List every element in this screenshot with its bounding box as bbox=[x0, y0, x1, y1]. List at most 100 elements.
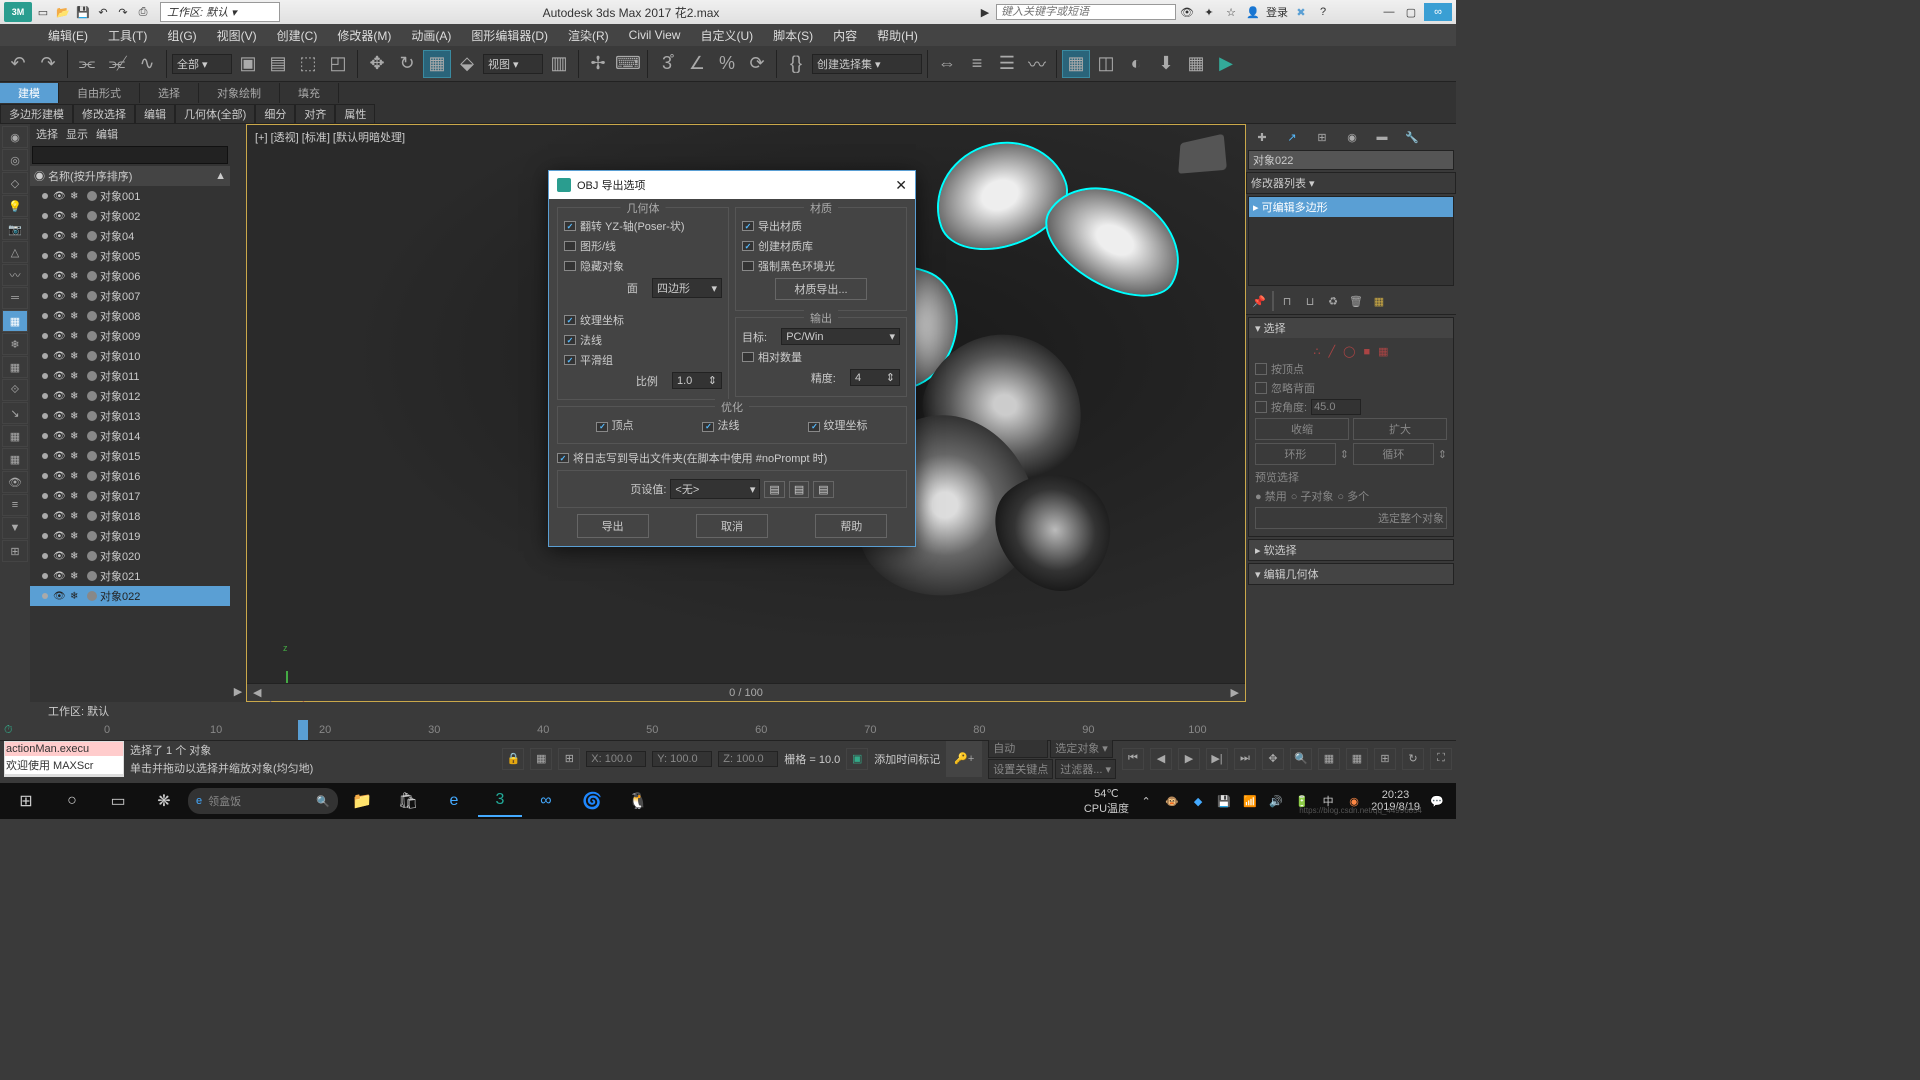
explorer-icon[interactable]: 📁 bbox=[340, 785, 384, 817]
menu-modifier[interactable]: 修改器(M) bbox=[329, 25, 399, 46]
selection-filter[interactable]: 全部 ▾ bbox=[172, 54, 232, 74]
radio-subobj[interactable]: ○ 子对象 bbox=[1291, 488, 1334, 504]
menu-help[interactable]: 帮助(H) bbox=[869, 25, 926, 46]
chk-opt-normal[interactable] bbox=[702, 422, 714, 432]
y-coord[interactable]: Y: 100.0 bbox=[652, 751, 712, 767]
nav7-icon[interactable]: ⛶ bbox=[1430, 748, 1452, 770]
edge-icon[interactable]: e bbox=[432, 785, 476, 817]
goto-start-icon[interactable]: ⏮ bbox=[1122, 748, 1144, 770]
spinner-snap-icon[interactable]: ⟳ bbox=[743, 50, 771, 78]
undo-icon[interactable]: ↶ bbox=[94, 3, 112, 21]
timeconfig-icon[interactable]: ⏱ bbox=[4, 724, 13, 737]
target-select[interactable]: PC/Win▾ bbox=[781, 328, 900, 345]
menu-civil[interactable]: Civil View bbox=[621, 26, 689, 44]
select-name-icon[interactable]: ▤ bbox=[264, 50, 292, 78]
display-cameras-icon[interactable]: 📷 bbox=[2, 218, 28, 240]
scene-tab-display[interactable]: 显示 bbox=[66, 126, 88, 142]
chk-texcoord[interactable] bbox=[564, 315, 576, 325]
bind-icon[interactable]: ∿ bbox=[133, 50, 161, 78]
link1-icon[interactable]: 👁 bbox=[1178, 3, 1196, 21]
store-icon[interactable]: 🛍 bbox=[386, 785, 430, 817]
mirror-icon[interactable]: ⇔ bbox=[933, 50, 961, 78]
nav5-icon[interactable]: ⊞ bbox=[1374, 748, 1396, 770]
scene-item[interactable]: 👁❄对象010 bbox=[30, 346, 230, 366]
menu-group[interactable]: 组(G) bbox=[159, 25, 204, 46]
scene-search[interactable] bbox=[32, 146, 228, 164]
preset-btn1[interactable]: ▤ bbox=[764, 481, 784, 498]
stack2-icon[interactable]: ⊔ bbox=[1300, 291, 1320, 311]
display-lights-icon[interactable]: 💡 bbox=[2, 195, 28, 217]
pin-icon[interactable]: 📌 bbox=[1249, 291, 1269, 311]
play-icon[interactable]: ▶ bbox=[1178, 748, 1200, 770]
maximize-icon[interactable]: ▢ bbox=[1402, 3, 1420, 21]
shrink-btn[interactable]: 收缩 bbox=[1255, 418, 1349, 440]
timetag-label[interactable]: 添加时间标记 bbox=[874, 751, 940, 767]
grow-btn[interactable]: 扩大 bbox=[1353, 418, 1447, 440]
tab-freeform[interactable]: 自由形式 bbox=[59, 83, 140, 103]
login-link[interactable]: 登录 bbox=[1266, 4, 1288, 20]
rotate-icon[interactable]: ↻ bbox=[393, 50, 421, 78]
tray-vol-icon[interactable]: 🔊 bbox=[1267, 792, 1285, 810]
app-logo[interactable]: 3M bbox=[4, 2, 32, 22]
border-subobj-icon[interactable]: ◯ bbox=[1343, 345, 1355, 358]
link2-icon[interactable]: ✦ bbox=[1200, 3, 1218, 21]
modifier-list-label[interactable]: 修改器列表 ▾ bbox=[1246, 172, 1456, 194]
nav2-icon[interactable]: 🔍 bbox=[1290, 748, 1312, 770]
scene-item[interactable]: 👁❄对象016 bbox=[30, 466, 230, 486]
scene-item[interactable]: 👁❄对象018 bbox=[30, 506, 230, 526]
abs-icon[interactable]: ⊞ bbox=[558, 748, 580, 770]
filter7-icon[interactable]: ≡ bbox=[2, 494, 28, 516]
scene-item[interactable]: 👁❄对象006 bbox=[30, 266, 230, 286]
display-container-icon[interactable]: ▦ bbox=[2, 310, 28, 332]
scene-item[interactable]: 👁❄对象001 bbox=[30, 186, 230, 206]
scene-item[interactable]: 👁❄对象04 bbox=[30, 226, 230, 246]
save-icon[interactable]: 💾 bbox=[74, 3, 92, 21]
time-slider[interactable] bbox=[298, 720, 308, 740]
panel-props[interactable]: 属性 bbox=[335, 104, 375, 124]
modify-tab-icon[interactable]: ↗ bbox=[1278, 126, 1306, 148]
scene-header[interactable]: ◉ 名称(按升序排序)▲ bbox=[30, 166, 230, 186]
display-all-icon[interactable]: ◉ bbox=[2, 126, 28, 148]
link-icon[interactable]: ⫘ bbox=[73, 50, 101, 78]
tab-selection[interactable]: 选择 bbox=[140, 83, 199, 103]
panel-subdiv[interactable]: 细分 bbox=[255, 104, 295, 124]
display-bone-icon[interactable]: ═ bbox=[2, 287, 28, 309]
scene-item[interactable]: 👁❄对象021 bbox=[30, 566, 230, 586]
nav3-icon[interactable]: ▦ bbox=[1318, 748, 1340, 770]
hierarchy-tab-icon[interactable]: ⊞ bbox=[1308, 126, 1336, 148]
select-rect-icon[interactable]: ⬚ bbox=[294, 50, 322, 78]
tray-up-icon[interactable]: ⌃ bbox=[1137, 792, 1155, 810]
timeline[interactable]: ⏱ 0 10 20 30 40 50 60 70 80 90 100 bbox=[0, 720, 1456, 740]
snap3-icon[interactable]: 3̊ bbox=[653, 50, 681, 78]
radio-multi[interactable]: ○ 多个 bbox=[1337, 488, 1369, 504]
poly-subobj-icon[interactable]: ■ bbox=[1363, 346, 1370, 358]
tab-paint[interactable]: 对象绘制 bbox=[199, 83, 280, 103]
ribbon-icon[interactable]: ▦ bbox=[1062, 50, 1090, 78]
precision-spinner[interactable]: 4⇕ bbox=[850, 369, 900, 386]
redo-btn[interactable]: ↷ bbox=[34, 50, 62, 78]
tray-wifi-icon[interactable]: 📶 bbox=[1241, 792, 1259, 810]
filter3-icon[interactable]: ↘ bbox=[2, 402, 28, 424]
keyfilter-dd[interactable]: 过滤器... ▾ bbox=[1055, 759, 1116, 779]
render-icon[interactable]: ▶ bbox=[1212, 50, 1240, 78]
rollout-select[interactable]: ▾ 选择 bbox=[1249, 318, 1453, 338]
autokey-btn[interactable]: 自动 bbox=[988, 738, 1048, 758]
modifier-item[interactable]: ▸ 可编辑多边形 bbox=[1249, 197, 1453, 217]
select-whole-btn[interactable]: 选定整个对象 bbox=[1255, 507, 1447, 529]
keyboard-icon[interactable]: ⌨ bbox=[614, 50, 642, 78]
app3-icon[interactable]: 🐧 bbox=[616, 785, 660, 817]
menu-tools[interactable]: 工具(T) bbox=[100, 25, 155, 46]
new-icon[interactable]: ▭ bbox=[34, 3, 52, 21]
edge-subobj-icon[interactable]: ╱ bbox=[1329, 345, 1336, 358]
move-icon[interactable]: ✥ bbox=[363, 50, 391, 78]
taskview-icon[interactable]: ▭ bbox=[96, 785, 140, 817]
cortana-icon[interactable]: ○ bbox=[50, 785, 94, 817]
menu-content[interactable]: 内容 bbox=[825, 25, 865, 46]
scene-item[interactable]: 👁❄对象019 bbox=[30, 526, 230, 546]
close-x-icon[interactable]: ✖ bbox=[1292, 3, 1310, 21]
faces-select[interactable]: 四边形▾ bbox=[652, 278, 722, 298]
frame-next-icon[interactable]: ▶ bbox=[1231, 686, 1239, 699]
vertex-subobj-icon[interactable]: ∴ bbox=[1314, 345, 1321, 358]
menu-custom[interactable]: 自定义(U) bbox=[692, 25, 761, 46]
start-icon[interactable]: ⊞ bbox=[4, 785, 48, 817]
